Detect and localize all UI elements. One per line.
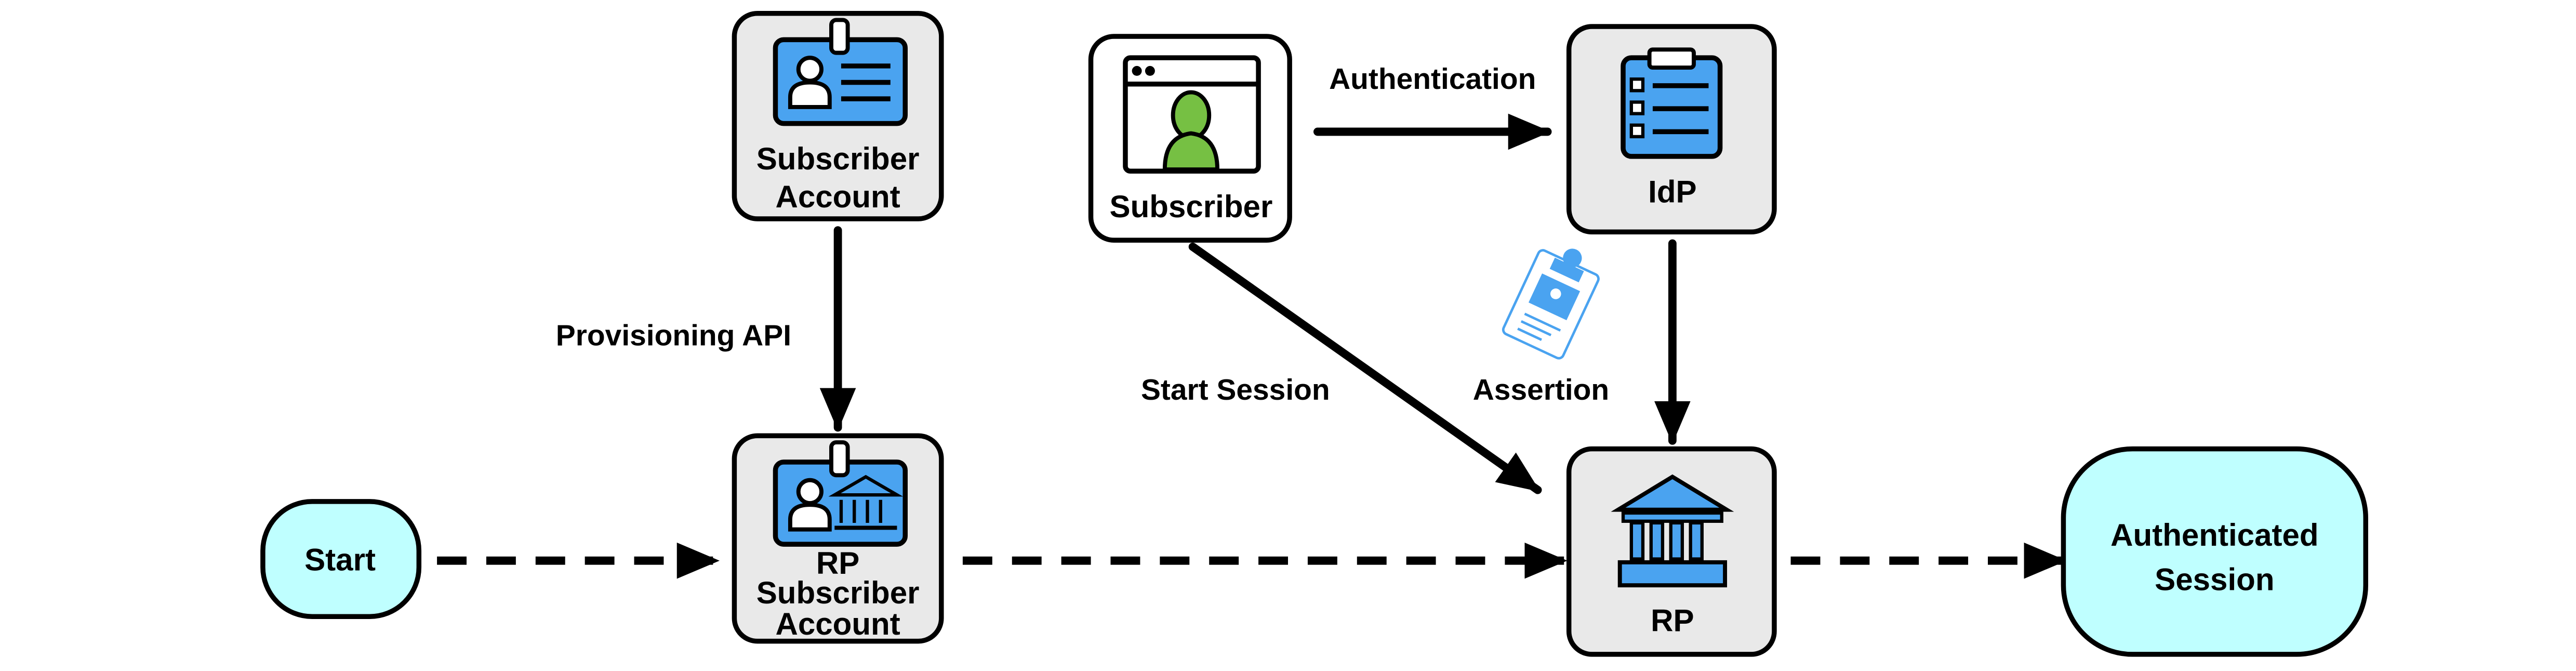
node-label: Subscriber xyxy=(756,575,920,610)
node-label: Authenticated xyxy=(2110,518,2318,552)
node-start: Start xyxy=(260,499,422,619)
clipboard-checklist-icon xyxy=(1621,47,1723,159)
node-label: Account xyxy=(775,607,900,641)
assertion-document-icon xyxy=(1502,248,1600,360)
node-idp: IdP xyxy=(1566,24,1777,235)
node-label: IdP xyxy=(1648,174,1696,209)
browser-user-icon xyxy=(1123,55,1261,174)
edge-start-session xyxy=(1188,242,1542,494)
edge-label-authentication: Authentication xyxy=(1329,62,1536,96)
node-rp-subscriber-account: RP Subscriber Account xyxy=(732,433,944,644)
node-rp: RP xyxy=(1566,446,1777,657)
edge-label-provisioning: Provisioning API xyxy=(556,319,791,352)
node-label: Subscriber xyxy=(756,141,920,176)
edge-label-start-session: Start Session xyxy=(1141,373,1330,406)
node-label: Account xyxy=(775,179,900,214)
node-label: Session xyxy=(2155,562,2274,597)
node-authenticated-session: Authenticated Session xyxy=(2061,446,2369,657)
node-subscriber: Subscriber xyxy=(1088,34,1292,243)
node-subscriber-account: Subscriber Account xyxy=(732,11,944,221)
node-label: Subscriber xyxy=(1110,189,1273,224)
node-label: RP xyxy=(1651,603,1694,638)
edge-label-assertion: Assertion xyxy=(1473,373,1609,406)
node-label: Start xyxy=(304,543,376,577)
identity-flow-diagram: Provisioning API Authentication Start Se… xyxy=(260,11,2369,657)
